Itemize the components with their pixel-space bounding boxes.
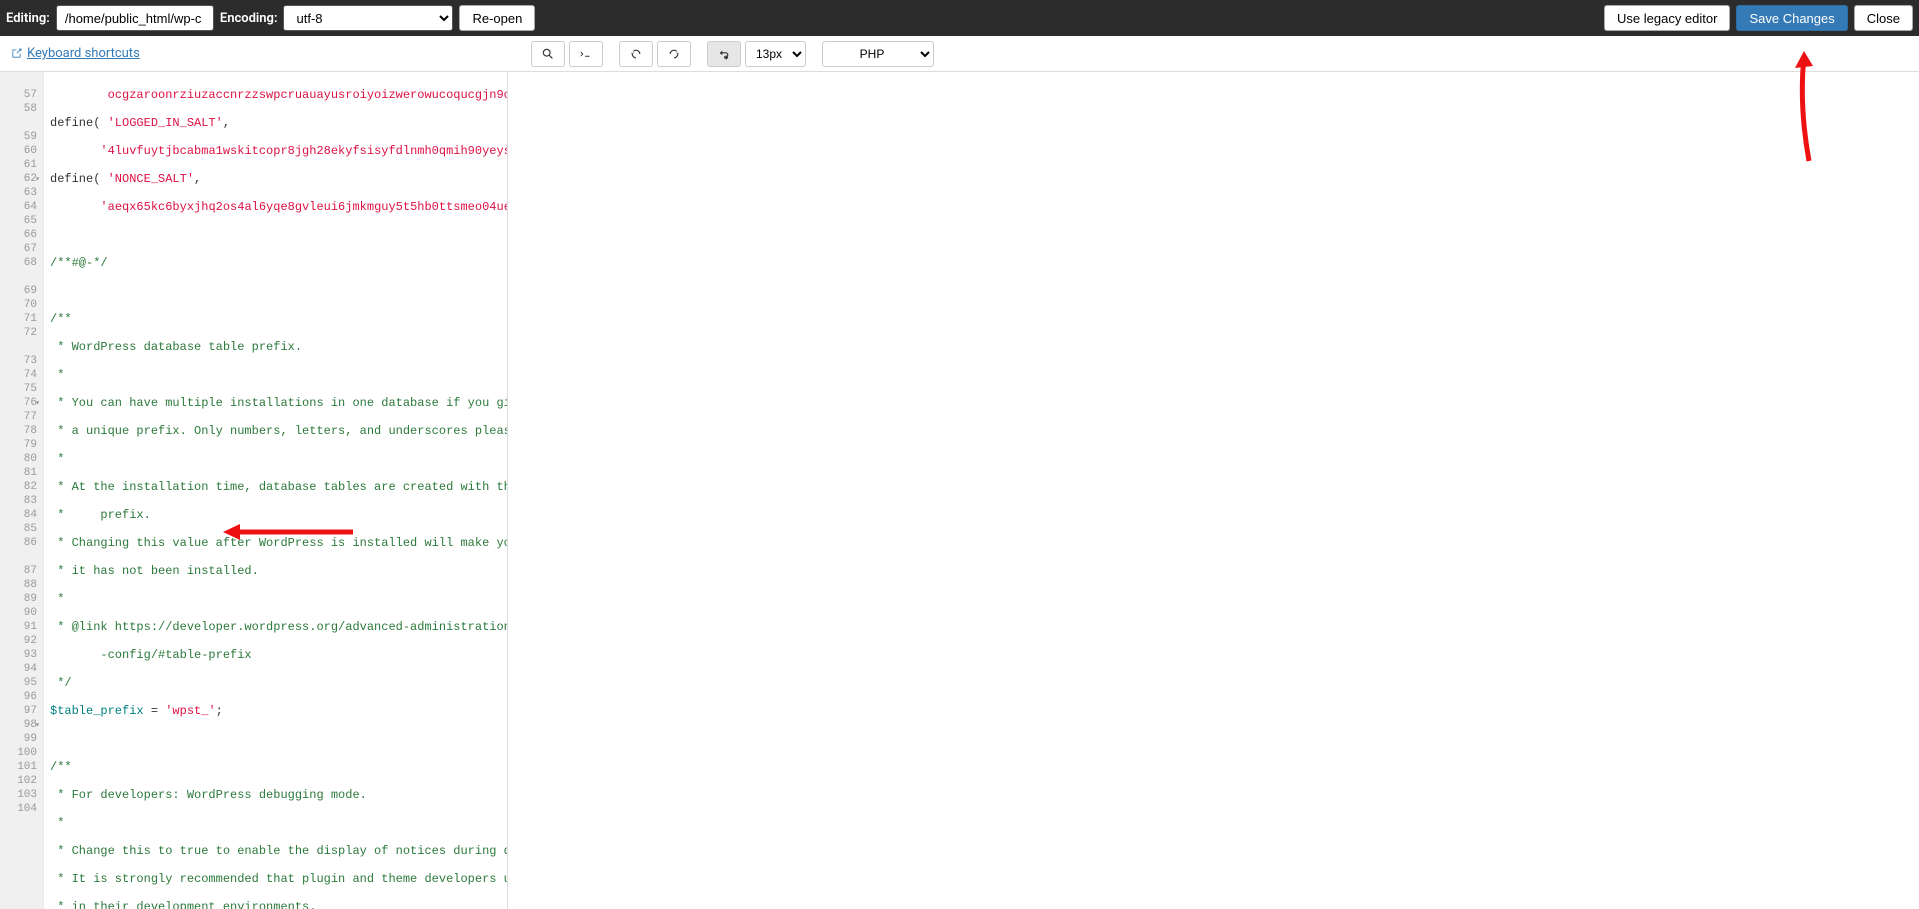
redo-button[interactable] <box>657 41 691 67</box>
encoding-select[interactable]: utf-8 <box>283 5 453 31</box>
editing-label: Editing: <box>6 11 50 26</box>
editing-path-input[interactable] <box>56 5 214 31</box>
undo-button[interactable] <box>619 41 653 67</box>
keyboard-shortcuts-label: Keyboard shortcuts <box>27 46 140 61</box>
editor-toolbar: Keyboard shortcuts 13px PHP <box>0 36 1919 72</box>
external-link-icon <box>10 47 23 60</box>
line-gutter: 575859606162▾636465666768697071727374757… <box>0 72 44 909</box>
font-size-select[interactable]: 13px <box>745 41 806 67</box>
wrap-icon <box>717 47 731 61</box>
search-button[interactable] <box>531 41 565 67</box>
reopen-button[interactable]: Re-open <box>459 5 535 31</box>
search-icon <box>541 47 555 61</box>
encoding-label: Encoding: <box>220 11 278 26</box>
language-select[interactable]: PHP <box>822 41 934 67</box>
save-changes-button[interactable]: Save Changes <box>1736 5 1847 31</box>
keyboard-shortcuts-link[interactable]: Keyboard shortcuts <box>10 46 140 61</box>
preview-pane <box>507 72 1919 909</box>
wrap-toggle-button[interactable] <box>707 41 741 67</box>
undo-icon <box>629 47 643 61</box>
use-legacy-editor-button[interactable]: Use legacy editor <box>1604 5 1730 31</box>
code-editor[interactable]: 575859606162▾636465666768697071727374757… <box>0 72 507 909</box>
redo-icon <box>667 47 681 61</box>
top-toolbar: Editing: Encoding: utf-8 Re-open Use leg… <box>0 0 1919 36</box>
code-content[interactable]: ocgzaroonrziuzaccnrzzswpcruauayusroiyoiz… <box>44 72 507 909</box>
editor-area: 575859606162▾636465666768697071727374757… <box>0 72 1919 909</box>
close-button[interactable]: Close <box>1854 5 1913 31</box>
terminal-icon <box>579 47 593 61</box>
terminal-button[interactable] <box>569 41 603 67</box>
